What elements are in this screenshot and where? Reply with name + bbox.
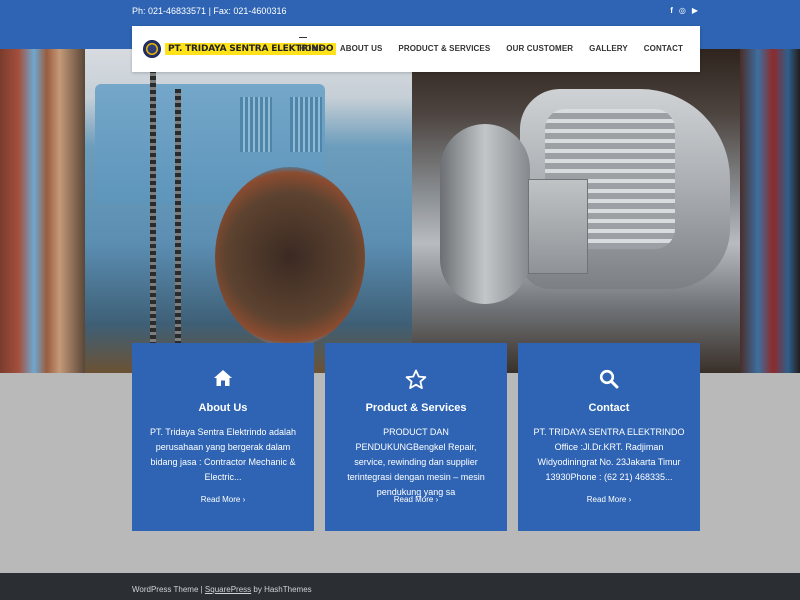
card-contact: Contact PT. TRIDAYA SENTRA ELEKTRINDO Of… bbox=[518, 343, 700, 531]
contact-info: Ph: 021-46833571 | Fax: 021-4600316 bbox=[132, 6, 287, 16]
motor-grill bbox=[290, 97, 322, 152]
hero-image-right bbox=[740, 49, 800, 373]
footer-credit: WordPress Theme | SquarePress by HashThe… bbox=[132, 585, 312, 594]
nav-contact[interactable]: CONTACT bbox=[644, 44, 683, 53]
hero-slider bbox=[0, 49, 800, 373]
feature-cards: About Us PT. Tridaya Sentra Elektrindo a… bbox=[132, 343, 700, 531]
search-icon bbox=[518, 369, 700, 391]
silver-motor-front bbox=[440, 124, 530, 304]
card-title: Contact bbox=[588, 402, 630, 414]
footer-theme-link[interactable]: SquarePress bbox=[205, 585, 251, 594]
card-description: PT. TRIDAYA SENTRA ELEKTRINDO Office :Jl… bbox=[533, 427, 685, 482]
read-more-link[interactable]: Read More › bbox=[132, 495, 314, 504]
read-more-link[interactable]: Read More › bbox=[518, 495, 700, 504]
logo-emblem-icon bbox=[143, 40, 161, 58]
chain bbox=[175, 89, 181, 349]
card-description: PRODUCT DAN PENDUKUNGBengkel Repair, ser… bbox=[347, 427, 485, 497]
site-footer: WordPress Theme | SquarePress by HashThe… bbox=[0, 573, 800, 600]
nav-about-us[interactable]: ABOUT US bbox=[340, 44, 383, 53]
main-navbar: PT. TRIDAYA SENTRA ELEKTRINDO HOME ABOUT… bbox=[132, 26, 700, 72]
card-title: Product & Services bbox=[365, 402, 467, 414]
nav-product-services[interactable]: PRODUCT & SERVICES bbox=[398, 44, 490, 53]
facebook-icon[interactable]: f bbox=[670, 6, 673, 16]
nav-our-customer[interactable]: OUR CUSTOMER bbox=[506, 44, 573, 53]
hero-image-left bbox=[0, 49, 85, 373]
youtube-icon[interactable]: ▶ bbox=[692, 6, 698, 16]
social-links: f ◎ ▶ bbox=[670, 6, 698, 16]
instagram-icon[interactable]: ◎ bbox=[679, 6, 686, 16]
home-icon bbox=[132, 369, 314, 391]
blue-motor-stator bbox=[215, 167, 365, 347]
card-about-us: About Us PT. Tridaya Sentra Elektrindo a… bbox=[132, 343, 314, 531]
nav-home[interactable]: HOME bbox=[299, 37, 324, 53]
motor-grill bbox=[240, 97, 272, 152]
chain bbox=[150, 69, 156, 369]
star-icon bbox=[325, 369, 507, 391]
footer-suffix: by HashThemes bbox=[251, 585, 312, 594]
nav-gallery[interactable]: GALLERY bbox=[589, 44, 628, 53]
card-product-services: Product & Services PRODUCT DAN PENDUKUNG… bbox=[325, 343, 507, 531]
read-more-link[interactable]: Read More › bbox=[325, 495, 507, 504]
card-title: About Us bbox=[198, 402, 248, 414]
silver-motor-terminal-box bbox=[528, 179, 588, 274]
card-description: PT. Tridaya Sentra Elektrindo adalah per… bbox=[149, 427, 297, 482]
footer-prefix: WordPress Theme | bbox=[132, 585, 205, 594]
nav-menu: HOME ABOUT US PRODUCT & SERVICES OUR CUS… bbox=[299, 37, 683, 53]
